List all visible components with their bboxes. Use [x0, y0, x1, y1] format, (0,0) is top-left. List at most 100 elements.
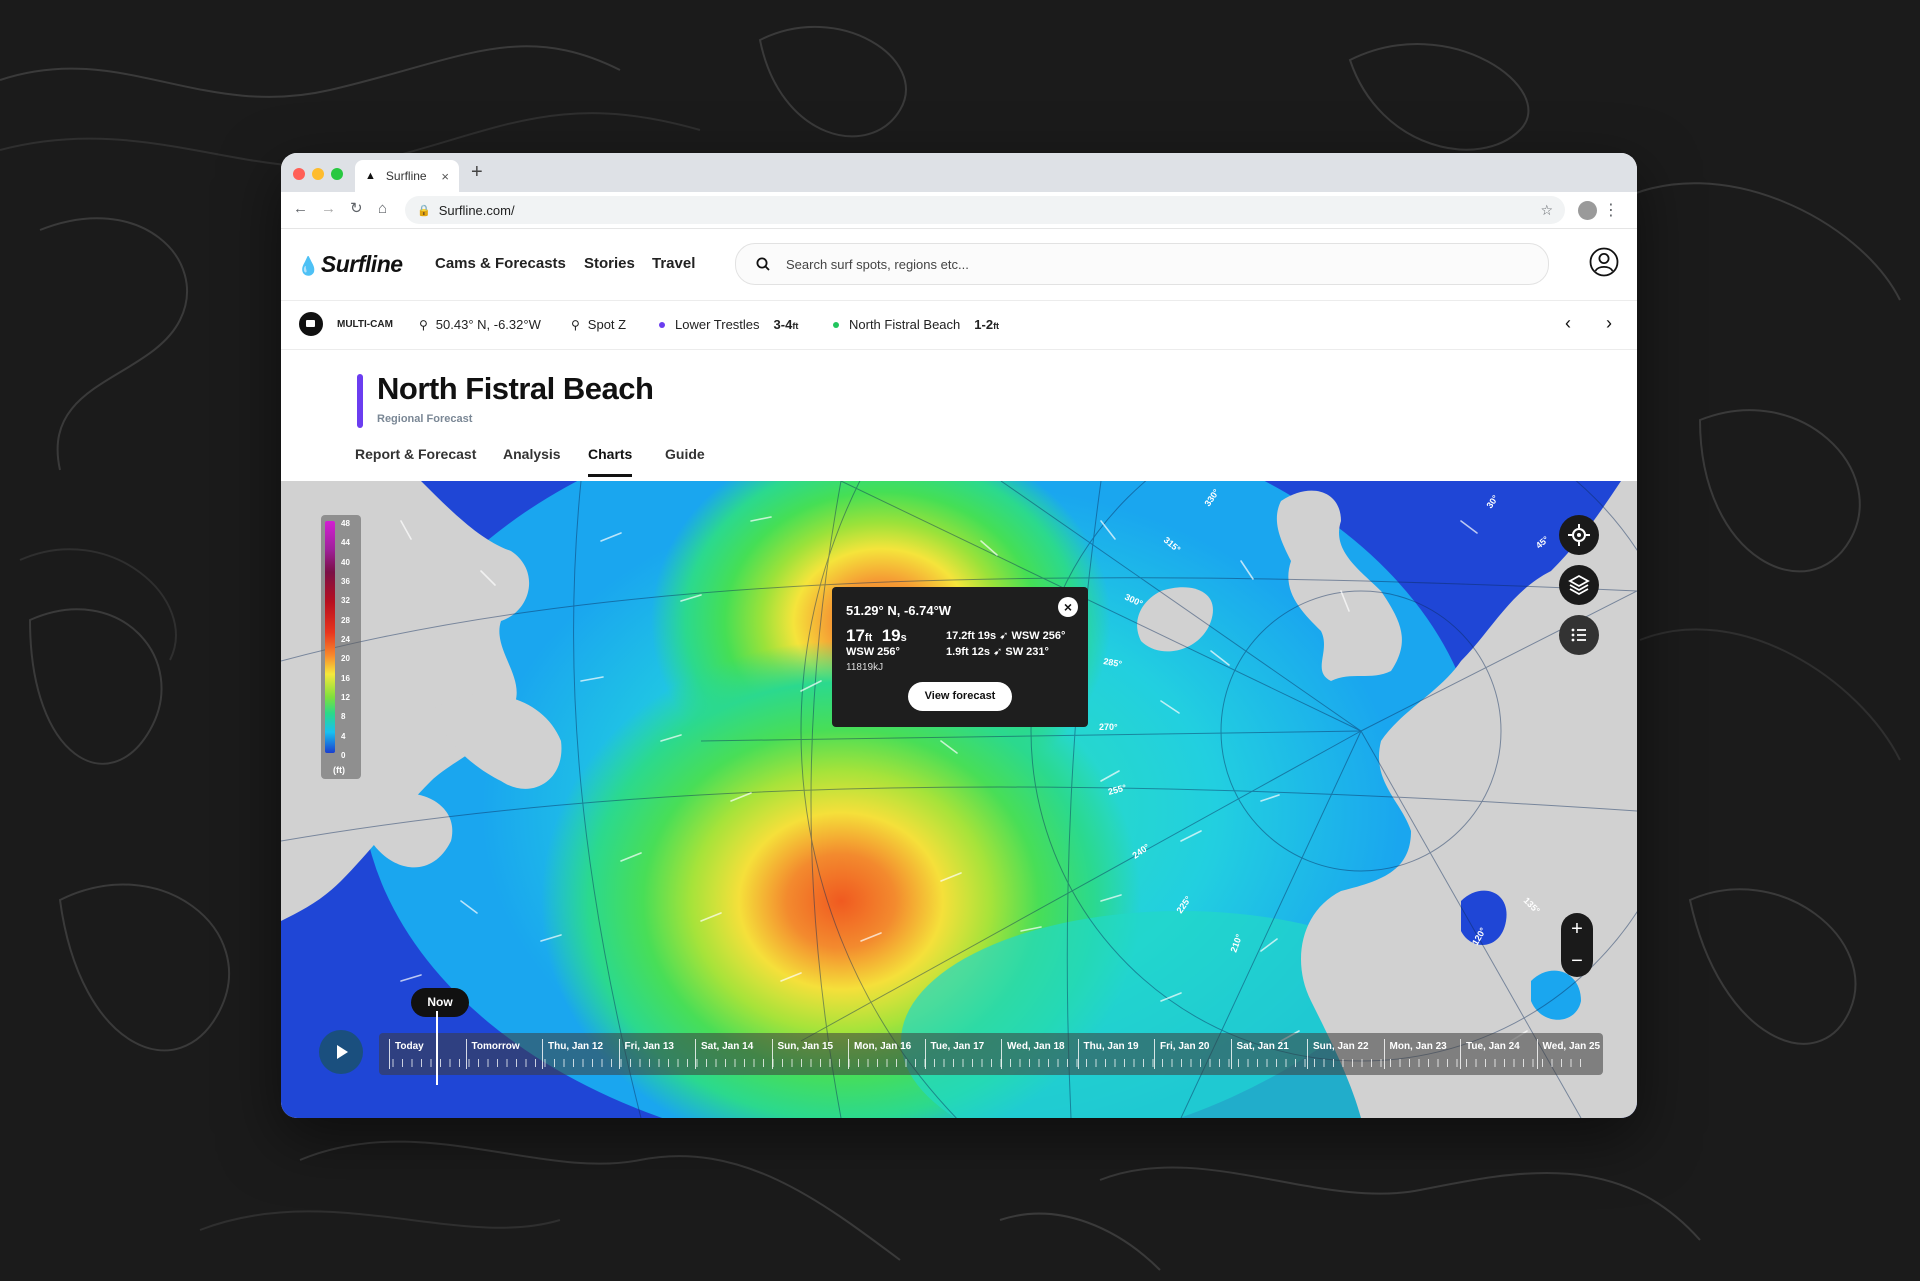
- day-separator: [695, 1039, 696, 1069]
- forecast-timeline[interactable]: Today Tomorrow Thu, Jan 12 Fri, Jan 13 Sat, …: [379, 1033, 1603, 1075]
- timeline-day-label[interactable]: Mon, Jan 16: [854, 1041, 911, 1052]
- browser-tab[interactable]: ▲ Surfline ×: [355, 160, 459, 192]
- day-separator: [542, 1039, 543, 1069]
- legend-tick-label: 28: [341, 615, 350, 625]
- spot-height: 1-2: [974, 317, 994, 332]
- day-separator: [1230, 1039, 1232, 1069]
- minimize-window-button[interactable]: [312, 168, 324, 180]
- popup-period-unit: s: [900, 632, 907, 644]
- timeline-day-label[interactable]: Wed, Jan 18: [1007, 1041, 1065, 1052]
- zoom-control: + −: [1561, 913, 1593, 977]
- day-separator: [1077, 1039, 1079, 1069]
- back-icon[interactable]: ←: [293, 201, 308, 217]
- browser-toolbar: ← → ↻ ⌂ 🔒 Surfline.com/ ☆ ⋮: [281, 192, 1637, 229]
- legend-tick-label: 12: [341, 693, 350, 702]
- profile-avatar[interactable]: [1578, 201, 1597, 220]
- map-pin-icon: ⚲: [571, 317, 580, 332]
- account-icon[interactable]: [1589, 247, 1619, 277]
- browser-menu-icon[interactable]: ⋮: [1603, 200, 1619, 220]
- day-separator: [1536, 1039, 1538, 1069]
- swell-row: 17.2ft 19s ➹ WSW 256°: [946, 630, 1066, 642]
- tab-guide[interactable]: Guide: [665, 446, 705, 474]
- close-window-button[interactable]: [293, 168, 305, 180]
- day-separator: [465, 1039, 467, 1069]
- map-pin-icon: ⚲: [419, 317, 428, 332]
- multicam-icon[interactable]: [299, 312, 323, 336]
- layers-icon: [1568, 574, 1590, 596]
- timeline-day-label[interactable]: Tue, Jan 17: [931, 1041, 985, 1052]
- search-input[interactable]: [784, 255, 1488, 273]
- swell-map[interactable]: 330° 315° 300° 285° 270° 255° 240° 225° …: [281, 481, 1637, 1118]
- day-separator: [389, 1039, 390, 1069]
- surfline-drop-icon: 💧: [297, 256, 319, 276]
- timeline-day-label[interactable]: Sun, Jan 22: [1313, 1041, 1369, 1052]
- timeline-day-label[interactable]: Mon, Jan 23: [1390, 1041, 1447, 1052]
- legend-tick-label: 8: [341, 712, 346, 722]
- multicam-label[interactable]: MULTI-CAM: [337, 319, 393, 330]
- spot-lower-trestles[interactable]: Lower Trestles 3-4ft: [659, 317, 798, 332]
- view-forecast-button[interactable]: View forecast: [908, 682, 1012, 711]
- page-subtitle: Regional Forecast: [377, 413, 473, 425]
- popup-close-icon[interactable]: ×: [1058, 597, 1078, 617]
- tab-report-forecast[interactable]: Report & Forecast: [355, 446, 476, 474]
- forward-icon[interactable]: →: [321, 201, 336, 217]
- day-separator: [1460, 1039, 1461, 1069]
- zoom-out-button[interactable]: −: [1561, 945, 1593, 977]
- day-separator: [1154, 1039, 1155, 1069]
- timeline-day-label[interactable]: Fri, Jan 13: [625, 1041, 674, 1052]
- legend-tick-label: 36: [341, 577, 350, 586]
- timeline-day-label[interactable]: Thu, Jan 19: [1084, 1041, 1139, 1052]
- maximize-window-button[interactable]: [331, 168, 343, 180]
- day-separator: [1307, 1039, 1308, 1069]
- day-separator: [618, 1039, 620, 1069]
- spot-name: North Fistral Beach: [849, 317, 961, 332]
- timeline-day-label[interactable]: Tomorrow: [472, 1041, 520, 1052]
- spot-z-item[interactable]: ⚲ Spot Z: [571, 317, 626, 332]
- surfline-logo[interactable]: 💧Surfline: [297, 251, 403, 278]
- url-text: Surfline.com/: [438, 202, 515, 218]
- timeline-day-label[interactable]: Sun, Jan 15: [778, 1041, 834, 1052]
- popup-direction: WSW 256°: [846, 646, 900, 658]
- timeline-day-label[interactable]: Fri, Jan 20: [1160, 1041, 1209, 1052]
- browser-tab-bar: ▲ Surfline × +: [281, 153, 1637, 192]
- popup-coords: 51.29° N, -6.74°W: [846, 603, 952, 618]
- tab-close-icon[interactable]: ×: [441, 169, 449, 184]
- layers-button[interactable]: [1559, 565, 1599, 605]
- chevron-left-icon[interactable]: ‹: [1565, 313, 1571, 334]
- swell-row: 1.9ft 12s ➹ SW 231°: [946, 646, 1049, 658]
- play-button[interactable]: [319, 1030, 363, 1074]
- list-button[interactable]: [1559, 615, 1599, 655]
- tab-charts[interactable]: Charts: [588, 446, 633, 477]
- timeline-day-label[interactable]: Today: [395, 1041, 424, 1052]
- home-icon[interactable]: ⌂: [378, 201, 387, 217]
- chevron-right-icon[interactable]: ›: [1606, 313, 1612, 334]
- title-accent-bar: [357, 374, 363, 428]
- timeline-day-label[interactable]: Wed, Jan 25: [1543, 1041, 1601, 1052]
- nav-cams-forecasts[interactable]: Cams & Forecasts: [435, 255, 566, 272]
- locate-button[interactable]: [1559, 515, 1599, 555]
- legend-tick-label: 24: [341, 635, 350, 644]
- nav-stories[interactable]: Stories: [584, 255, 635, 272]
- reload-icon[interactable]: ↻: [350, 201, 363, 217]
- tab-analysis[interactable]: Analysis: [503, 446, 561, 474]
- legend-tick-label: 0: [341, 751, 346, 760]
- swell-heatmap[interactable]: 330° 315° 300° 285° 270° 255° 240° 225° …: [281, 481, 1637, 1118]
- timeline-now-marker[interactable]: [436, 1011, 438, 1085]
- address-bar[interactable]: 🔒 Surfline.com/ ☆: [405, 196, 1565, 224]
- timeline-day-label[interactable]: Sat, Jan 14: [701, 1041, 753, 1052]
- coords-item[interactable]: ⚲ 50.43° N, -6.32°W: [419, 317, 541, 332]
- nav-travel[interactable]: Travel: [652, 255, 695, 272]
- timeline-day-label[interactable]: Sat, Jan 21: [1237, 1041, 1289, 1052]
- timeline-day-label[interactable]: Tue, Jan 24: [1466, 1041, 1520, 1052]
- new-tab-button[interactable]: +: [471, 162, 483, 182]
- forecast-popup: 51.29° N, -6.74°W × 17ft 19s WSW 256° 11…: [832, 587, 1088, 727]
- lock-icon: 🔒: [417, 204, 431, 217]
- search-icon: [756, 257, 770, 271]
- timeline-day-label[interactable]: Thu, Jan 12: [548, 1041, 603, 1052]
- zoom-in-button[interactable]: +: [1561, 913, 1593, 945]
- timeline-ticks: [392, 1059, 1581, 1067]
- spot-north-fistral[interactable]: North Fistral Beach 1-2ft: [833, 317, 999, 332]
- legend-tick-label: 32: [341, 596, 350, 606]
- now-pill[interactable]: Now: [411, 988, 469, 1017]
- bookmark-star-icon[interactable]: ☆: [1540, 202, 1553, 219]
